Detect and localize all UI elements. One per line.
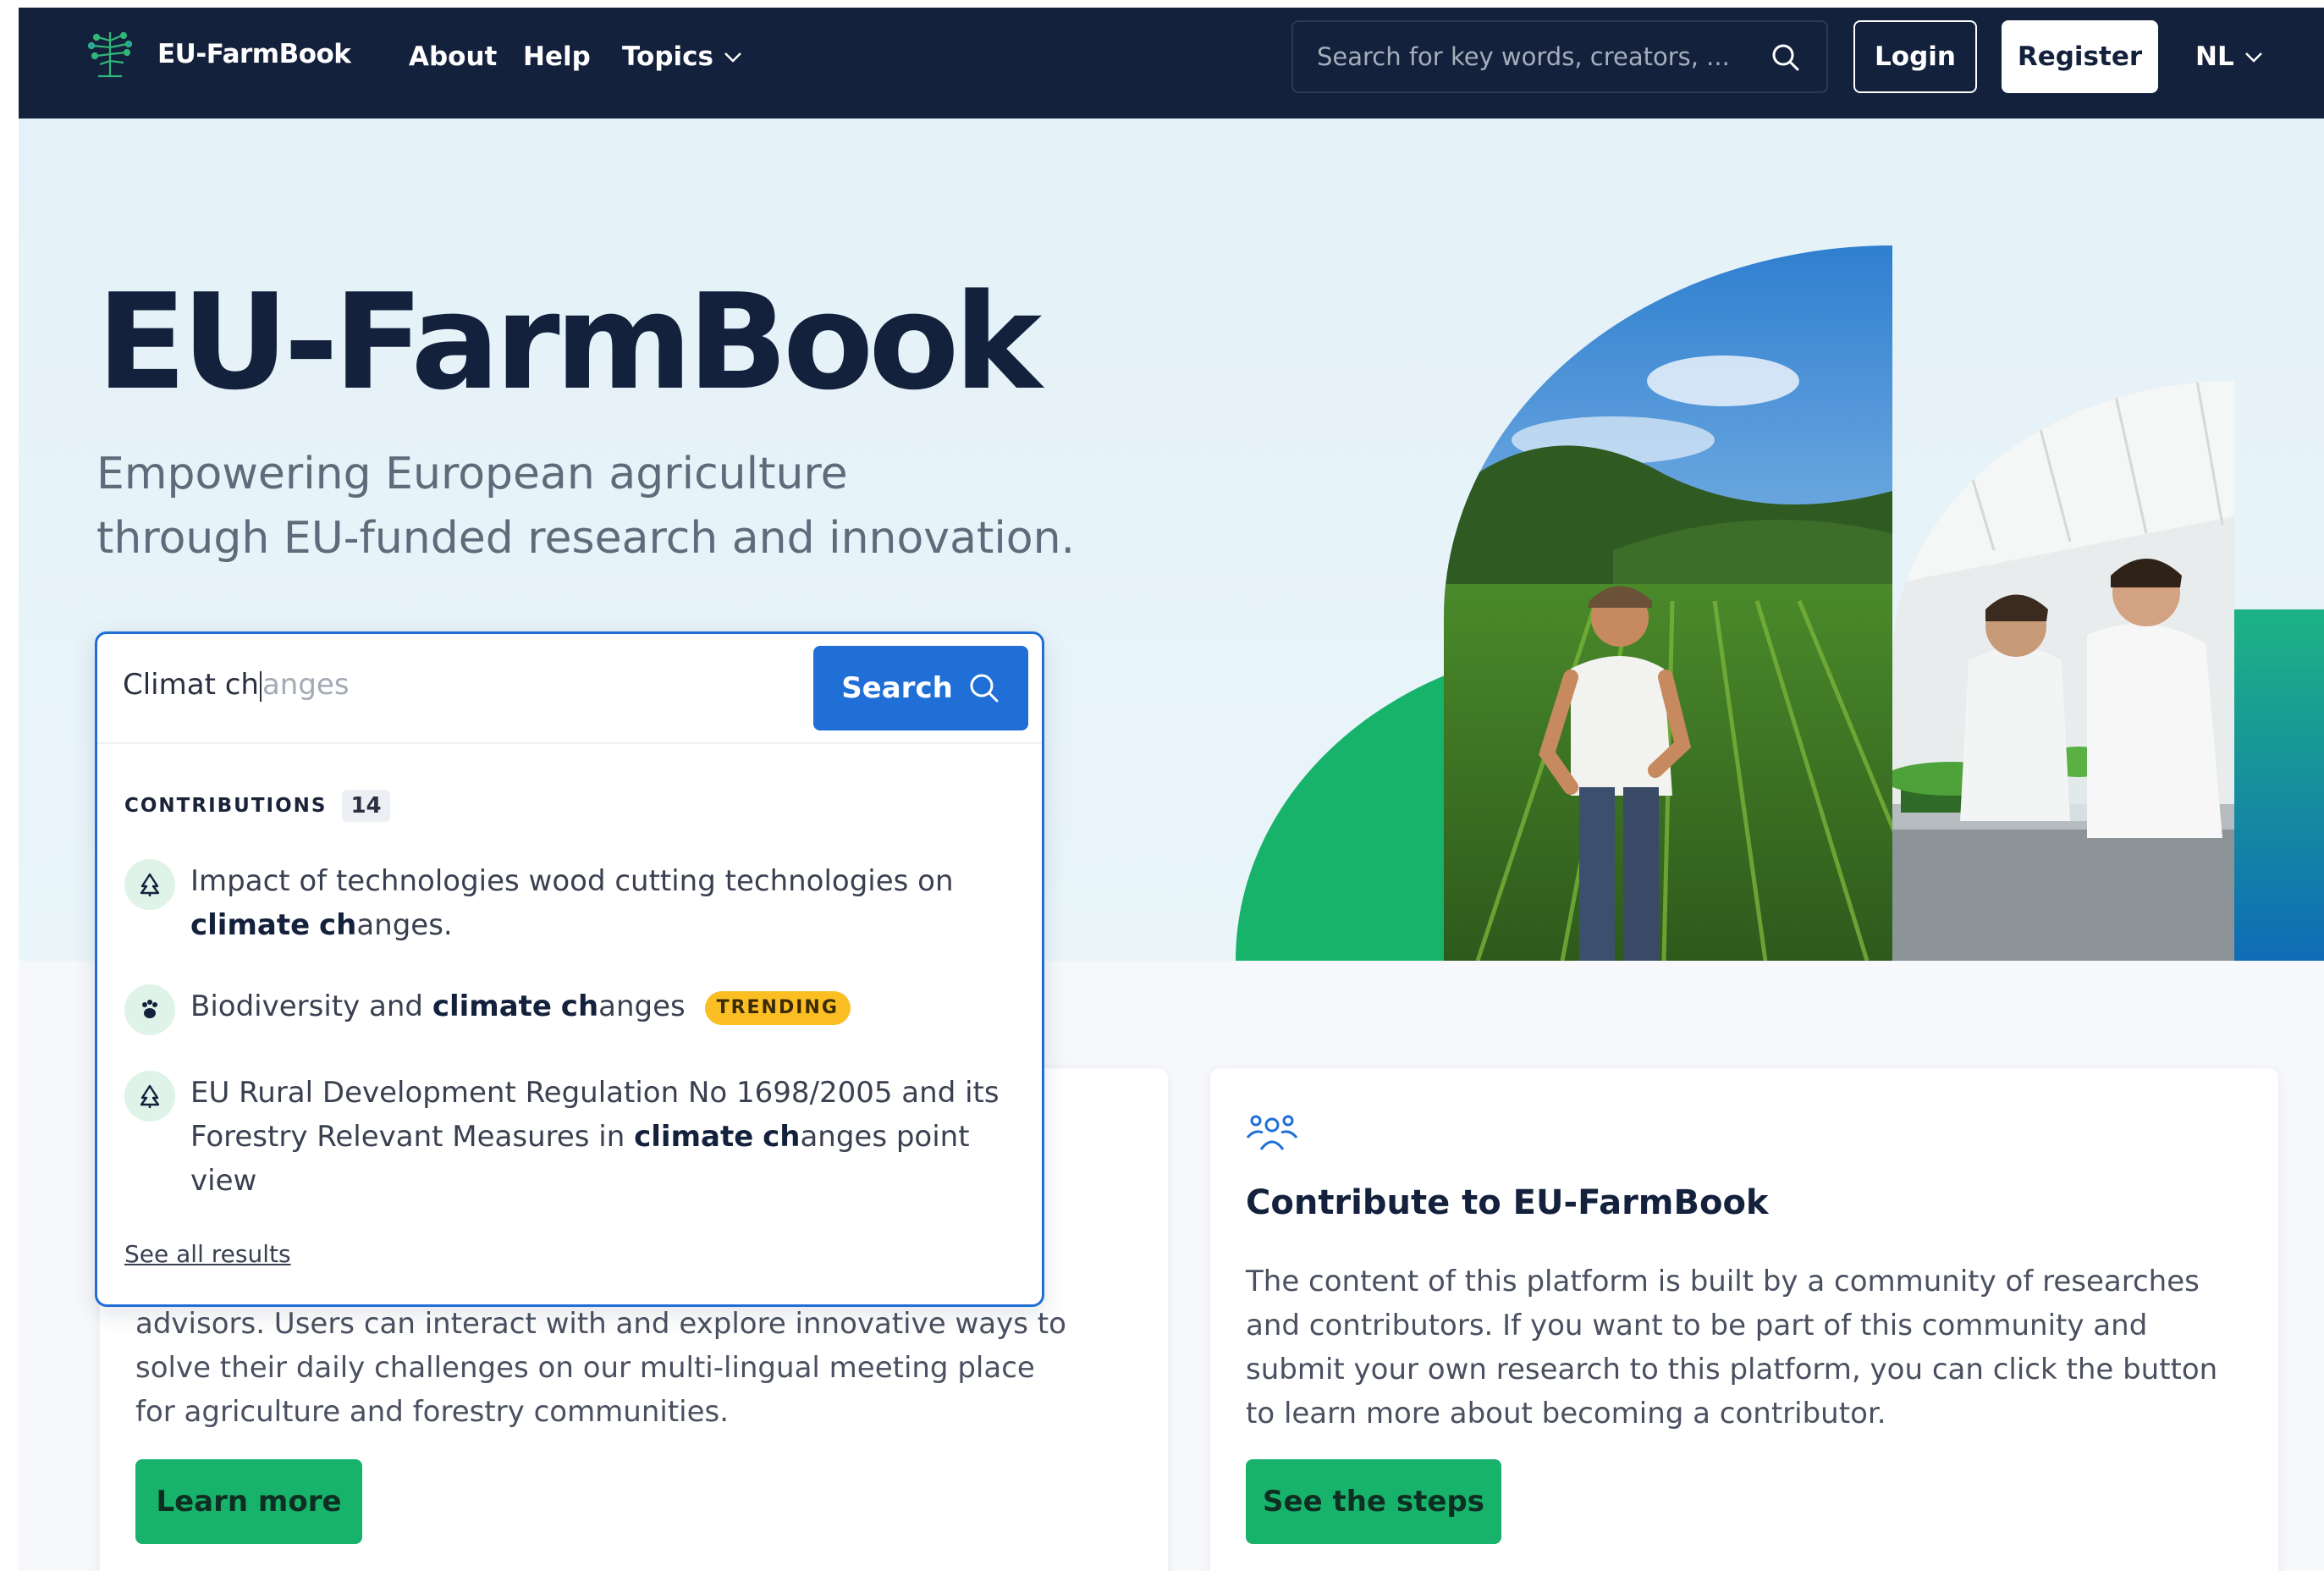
chevron-down-icon [2244, 52, 2262, 63]
brand-name: EU-FarmBook [157, 39, 351, 69]
search-result-item[interactable]: EU Rural Development Regulation No 1698/… [124, 1071, 1003, 1203]
contributions-label: CONTRIBUTIONS [124, 795, 328, 817]
language-label: NL [2195, 41, 2234, 72]
result-text-match: ch [763, 1120, 801, 1154]
nav-search-input[interactable] [1317, 42, 1757, 71]
result-text-match: climate [432, 989, 552, 1023]
learn-more-button[interactable]: Learn more [135, 1459, 362, 1544]
search-bar: Climat ch anges Search [97, 634, 1042, 744]
search-result-item[interactable]: Biodiversity and climate changes TRENDIN… [124, 984, 1003, 1035]
register-button[interactable]: Register [2002, 20, 2158, 93]
language-selector[interactable]: NL [2195, 44, 2263, 70]
search-result-item[interactable]: Impact of technologies wood cutting tech… [124, 859, 1003, 947]
top-navbar [19, 8, 2324, 119]
hero-subtitle-line: through EU-funded research and innovatio… [96, 513, 1076, 564]
result-text-match: climate [634, 1120, 754, 1154]
see-all-results-link[interactable]: See all results [124, 1240, 291, 1268]
search-autocomplete-panel: Climat ch anges Search CONTRIBUTIONS 14 I… [95, 631, 1044, 1307]
nav-link-about[interactable]: About [409, 44, 497, 70]
chevron-down-icon [724, 52, 741, 63]
result-text-match: climate [190, 908, 311, 942]
text-caret [259, 670, 262, 702]
hero-title: EU-FarmBook [96, 265, 1042, 419]
result-text-plain: anges. [356, 908, 453, 942]
contribute-card-text: The content of this platform is built by… [1246, 1265, 2218, 1430]
tree-icon [124, 859, 175, 910]
nav-link-help[interactable]: Help [523, 44, 591, 70]
contribute-card-title: Contribute to EU-FarmBook [1246, 1183, 1769, 1222]
search-button[interactable]: Search [813, 646, 1028, 730]
search-icon[interactable] [1771, 42, 1801, 73]
search-typed-text: Climat ch [123, 668, 259, 702]
search-button-label: Search [841, 671, 953, 705]
search-result-text: Impact of technologies wood cutting tech… [190, 859, 1003, 947]
result-text-match: ch [560, 989, 599, 1023]
nav-link-topics: Topics [622, 41, 713, 72]
contributions-count-badge: 14 [342, 790, 390, 822]
tree-logo-icon [87, 31, 133, 78]
result-text-plain: Impact of technologies wood cutting tech… [190, 864, 954, 898]
login-button[interactable]: Login [1853, 20, 1977, 93]
about-card-text: advisors. Users can interact with and ex… [135, 1307, 1066, 1429]
result-text-plain: anges [598, 989, 686, 1023]
page: EU-FarmBook About Help Topics Login Regi… [0, 0, 2324, 1571]
result-text-plain: Biodiversity and [190, 989, 424, 1023]
trending-badge: TRENDING [704, 990, 851, 1025]
result-text-match: ch [318, 908, 357, 942]
hero-subtitle-line: Empowering European agriculture [96, 449, 848, 499]
nav-topics-dropdown[interactable]: Topics [622, 44, 742, 70]
community-icon [1246, 1115, 1298, 1150]
search-result-text: Biodiversity and climate changes TRENDIN… [190, 984, 1003, 1028]
search-autocomplete-suggestion: anges [262, 668, 350, 702]
contributions-section-header: CONTRIBUTIONS 14 [124, 790, 390, 822]
search-result-text: EU Rural Development Regulation No 1698/… [190, 1071, 1003, 1203]
hero-search-input[interactable]: Climat ch anges [123, 668, 350, 702]
search-icon [970, 674, 999, 703]
decorative-gradient-block [2234, 609, 2324, 961]
see-the-steps-button[interactable]: See the steps [1246, 1459, 1501, 1544]
nav-search-box[interactable] [1291, 20, 1828, 93]
paw-icon [124, 984, 175, 1035]
brand-logo[interactable]: EU-FarmBook [74, 25, 351, 83]
hero-subtitle: Empowering European agriculture through … [96, 442, 1112, 571]
tree-icon [124, 1071, 175, 1122]
